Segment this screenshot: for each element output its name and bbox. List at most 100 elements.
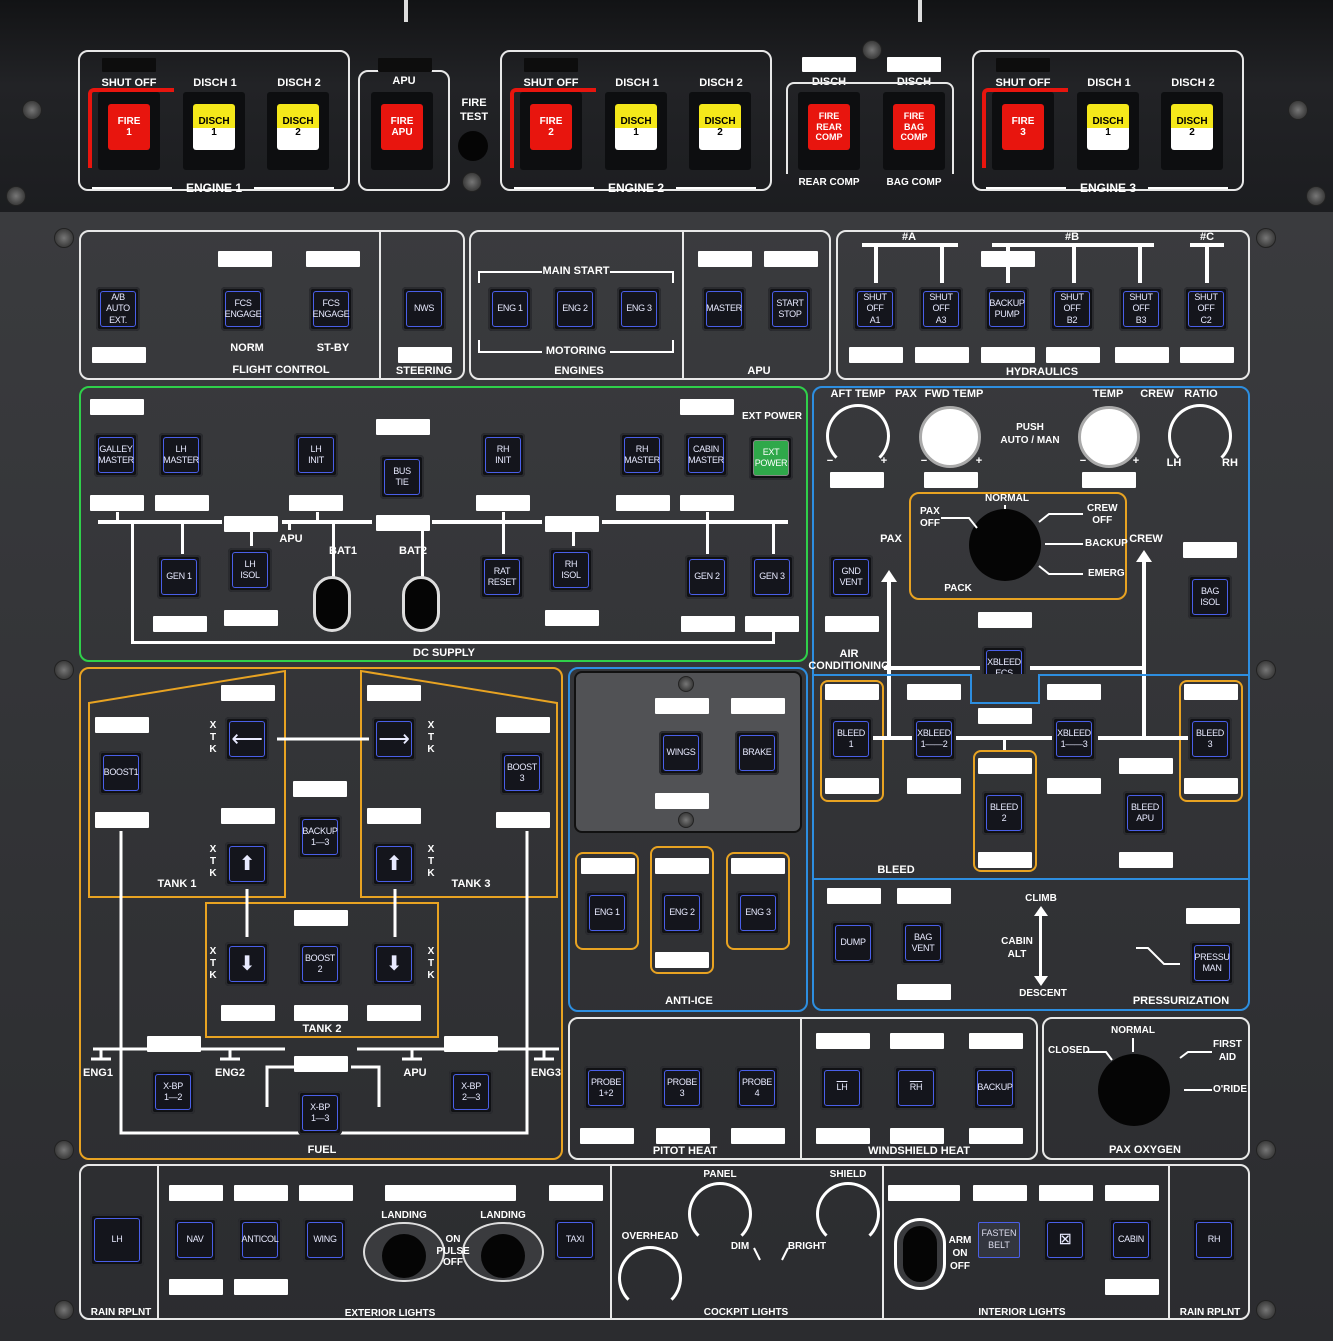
rain-rplnt-lh-button[interactable]: LH — [90, 1214, 144, 1266]
xtk-left-arrow-button[interactable]: ⟵ — [225, 717, 269, 761]
gnd-vent-button[interactable]: GND VENT — [829, 555, 873, 599]
crew-temp-knob[interactable] — [1078, 406, 1140, 468]
rat-reset-button[interactable]: RAT RESET — [480, 555, 524, 599]
xbp-1-2-button[interactable]: X-BP 1—2 — [151, 1070, 195, 1114]
placard — [398, 347, 452, 363]
shutoff-c2-button[interactable]: SHUT OFF C2 — [1184, 287, 1228, 331]
rh-master-button[interactable]: RH MASTER — [620, 433, 664, 477]
disch-2-button[interactable]: DISCH 2 — [689, 92, 751, 170]
eng2-anti-ice-button[interactable]: ENG 2 — [660, 891, 704, 935]
windshield-backup-button[interactable]: BACKUP — [973, 1066, 1017, 1110]
gen1-button[interactable]: GEN 1 — [157, 555, 201, 599]
rh-isol-button[interactable]: RH ISOL — [549, 548, 593, 592]
backup-1-3-button[interactable]: BACKUP 1—3 — [298, 815, 342, 859]
pax-oxygen-knob[interactable] — [1098, 1054, 1170, 1126]
bag-vent-button[interactable]: BAG VENT — [901, 921, 945, 965]
apu-master-button[interactable]: MASTER — [702, 287, 746, 331]
fire-2-button[interactable]: FIRE 2 — [520, 92, 582, 170]
fire-1-button[interactable]: FIRE 1 — [98, 92, 160, 170]
bag-isol-button[interactable]: BAG ISOL — [1188, 575, 1232, 619]
eng2-start-button[interactable]: ENG 2 — [553, 287, 597, 331]
xtk-right-arrow-button[interactable]: ⟶ — [372, 717, 416, 761]
galley-master-button[interactable]: GALLEY MASTER — [94, 433, 138, 477]
disch-2-button[interactable]: DISCH 2 — [1161, 92, 1223, 170]
bus-tie-button[interactable]: BUS TIE — [380, 455, 424, 499]
disch-1-button[interactable]: DISCH 1 — [183, 92, 245, 170]
disch1-label: DISCH 1 — [1087, 77, 1131, 89]
lh-init-button[interactable]: LH INIT — [294, 433, 338, 477]
fire-bag-comp-button[interactable]: FIRE BAG COMP — [883, 92, 945, 170]
boost2-button[interactable]: BOOST 2 — [298, 942, 342, 986]
probe-3-button[interactable]: PROBE 3 — [660, 1066, 704, 1110]
arm-on-off-switch[interactable] — [903, 1226, 937, 1282]
boost1-button[interactable]: BOOST1 — [99, 751, 143, 795]
gen2-button[interactable]: GEN 2 — [685, 555, 729, 599]
xtk-down-left-button[interactable]: ⬇ — [225, 942, 269, 986]
gen3-button[interactable]: GEN 3 — [750, 555, 794, 599]
bleed3-button[interactable]: BLEED 3 — [1188, 717, 1232, 761]
backup-pump-button[interactable]: BACKUP PUMP — [985, 287, 1029, 331]
xbp-2-3-button[interactable]: X-BP 2—3 — [449, 1070, 493, 1114]
taxi-light-button[interactable]: TAXI — [553, 1218, 597, 1262]
bat2-switch[interactable] — [402, 576, 440, 632]
disch-1-button[interactable]: DISCH 1 — [1077, 92, 1139, 170]
lh-master-button[interactable]: LH MASTER — [159, 433, 203, 477]
fire-rear-comp-button[interactable]: FIRE REAR COMP — [798, 92, 860, 170]
shutoff-a3-button[interactable]: SHUT OFF A3 — [919, 287, 963, 331]
probe-1-2-button[interactable]: PROBE 1+2 — [584, 1066, 628, 1110]
bat1-switch[interactable] — [313, 576, 351, 632]
xtk-up-left-button[interactable]: ⬆ — [225, 842, 269, 886]
nws-button[interactable]: NWS — [402, 287, 446, 331]
fcs-engage-stby-button[interactable]: FCS ENGAGE — [309, 287, 353, 331]
eng3-anti-ice-button[interactable]: ENG 3 — [736, 891, 780, 935]
brake-anti-ice-button[interactable]: BRAKE — [735, 731, 779, 775]
xtk-down-right-button[interactable]: ⬇ — [372, 942, 416, 986]
fire-3-button[interactable]: FIRE 3 — [992, 92, 1054, 170]
rain-rplnt-rh-button[interactable]: RH — [1192, 1218, 1236, 1262]
eng3-start-button[interactable]: ENG 3 — [617, 287, 661, 331]
lh-isol-button[interactable]: LH ISOL — [228, 548, 272, 592]
boost3-button[interactable]: BOOST 3 — [500, 751, 544, 795]
probe-4-button[interactable]: PROBE 4 — [735, 1066, 779, 1110]
shield-light-knob[interactable] — [816, 1182, 880, 1246]
dump-button[interactable]: DUMP — [831, 921, 875, 965]
landing-right-switch[interactable] — [481, 1234, 525, 1278]
no-smoking-button[interactable]: ⊠ — [1043, 1218, 1087, 1262]
ext-power-button[interactable]: EXT POWER — [749, 436, 793, 480]
xtk-up-right-button[interactable]: ⬆ — [372, 842, 416, 886]
wing-light-button[interactable]: WING — [303, 1218, 347, 1262]
pressu-man-button[interactable]: PRESSU MAN — [1190, 941, 1234, 985]
eng1-anti-ice-button[interactable]: ENG 1 — [585, 891, 629, 935]
panel-light-knob[interactable] — [688, 1182, 752, 1246]
eng1-start-button[interactable]: ENG 1 — [488, 287, 532, 331]
fire-test-button[interactable] — [458, 131, 488, 161]
fcs-engage-norm-button[interactable]: FCS ENGAGE — [221, 287, 265, 331]
xbleed-1-3-button[interactable]: XBLEED 1——3 — [1052, 717, 1096, 761]
fwd-temp-knob[interactable] — [919, 406, 981, 468]
shutoff-b3-button[interactable]: SHUT OFF B3 — [1119, 287, 1163, 331]
rh-init-button[interactable]: RH INIT — [481, 433, 525, 477]
shutoff-b2-button[interactable]: SHUT OFF B2 — [1050, 287, 1094, 331]
nav-light-button[interactable]: NAV — [173, 1218, 217, 1262]
cabin-light-button[interactable]: CABIN — [1109, 1218, 1153, 1262]
bleed-apu-button[interactable]: BLEED APU — [1123, 791, 1167, 835]
windshield-lh-button[interactable]: LH — [820, 1066, 864, 1110]
crew-duct-label: CREW — [1129, 533, 1163, 545]
anticol-light-button[interactable]: ANTICOL — [238, 1218, 282, 1262]
windshield-rh-button[interactable]: RH — [894, 1066, 938, 1110]
bleed1-button[interactable]: BLEED 1 — [829, 717, 873, 761]
disch-1-button[interactable]: DISCH 1 — [605, 92, 667, 170]
xbp-1-3-button[interactable]: X-BP 1—3 — [298, 1091, 342, 1135]
disch-2-button[interactable]: DISCH 2 — [267, 92, 329, 170]
fire-apu-button[interactable]: FIRE APU — [371, 92, 433, 170]
landing-left-switch[interactable] — [382, 1234, 426, 1278]
cabin-master-button[interactable]: CABIN MASTER — [684, 433, 728, 477]
bleed2-button[interactable]: BLEED 2 — [982, 791, 1026, 835]
line — [884, 666, 980, 670]
xbleed-1-2-button[interactable]: XBLEED 1——2 — [912, 717, 956, 761]
ab-auto-ext-button[interactable]: A/B AUTO EXT. — [96, 287, 140, 331]
shutoff-a1-button[interactable]: SHUT OFF A1 — [853, 287, 897, 331]
apu-start-stop-button[interactable]: START STOP — [768, 287, 812, 331]
overhead-light-knob[interactable] — [618, 1246, 682, 1310]
wings-anti-ice-button[interactable]: WINGS — [659, 731, 703, 775]
